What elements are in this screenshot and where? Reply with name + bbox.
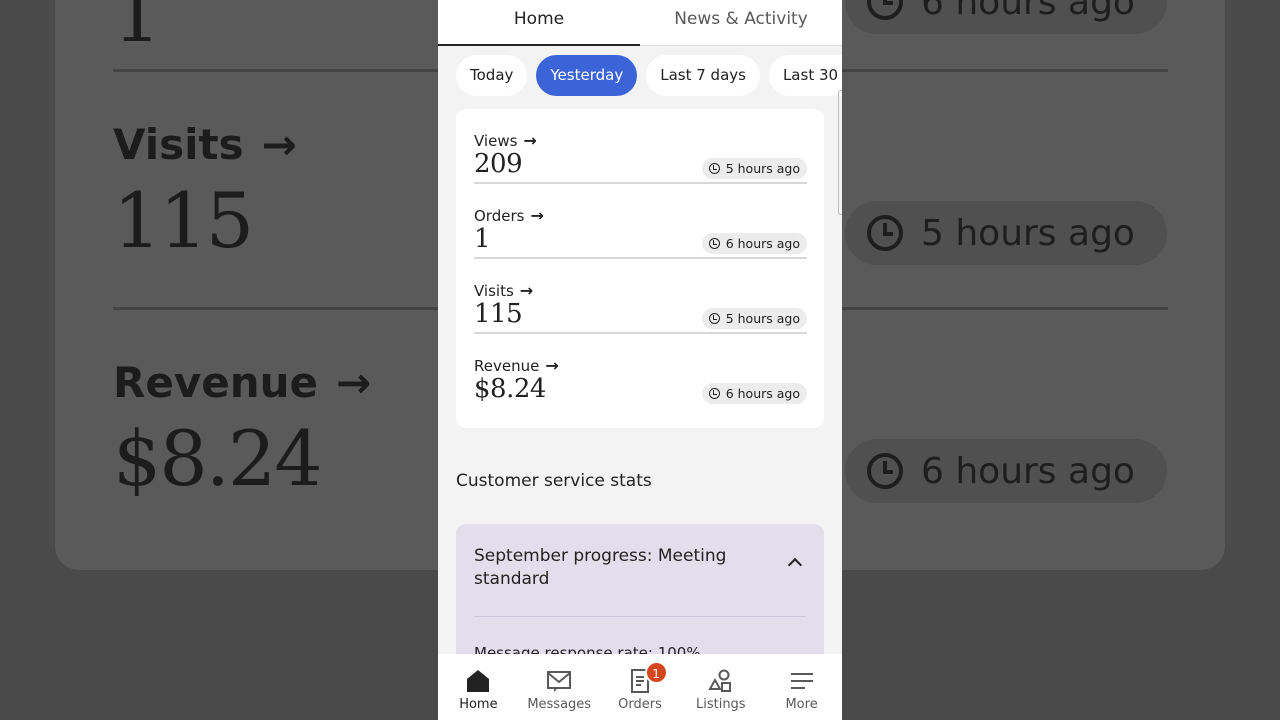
orders-badge: 1 — [644, 661, 668, 684]
arrow-right-icon: → — [530, 206, 544, 225]
bg-revenue-value: $8.24 — [113, 414, 323, 503]
clock-icon — [867, 215, 903, 251]
nav-home[interactable]: Home — [438, 654, 519, 720]
stat-value: $8.24 — [474, 374, 546, 404]
arrow-right-icon: → — [523, 131, 537, 150]
filter-today[interactable]: Today — [456, 55, 528, 96]
stat-value: 1 — [474, 224, 491, 254]
filter-last-7-days[interactable]: Last 7 days — [646, 55, 760, 96]
nav-more[interactable]: More — [761, 654, 842, 720]
tab-news-activity[interactable]: News & Activity — [640, 0, 842, 45]
clock-icon — [708, 313, 720, 324]
bg-top-badge: 6 hours ago — [845, 0, 1167, 34]
stat-views[interactable]: Views → 209 5 hours ago — [474, 109, 807, 184]
bg-visits-label: Visits → — [113, 120, 297, 169]
bg-top-value: 1 — [113, 0, 161, 59]
filter-last-30-days[interactable]: Last 30 da — [768, 55, 842, 96]
arrow-right-icon: → — [519, 281, 534, 300]
clock-icon — [708, 163, 720, 174]
filter-yesterday[interactable]: Yesterday — [536, 55, 638, 96]
nav-listings[interactable]: Listings — [680, 654, 761, 720]
arrow-right-icon: → — [545, 356, 559, 375]
stat-label: Views → — [474, 131, 537, 150]
stat-value: 209 — [474, 149, 523, 179]
updated-badge: 5 hours ago — [701, 158, 807, 179]
stat-label: Orders → — [474, 206, 544, 225]
clock-icon — [708, 238, 720, 249]
updated-badge: 6 hours ago — [701, 383, 807, 404]
stat-visits[interactable]: Visits → 115 5 hours ago — [474, 259, 807, 334]
progress-title: September progress: Meeting standard — [474, 546, 727, 589]
clock-icon — [867, 453, 903, 489]
bg-revenue-badge: 6 hours ago — [845, 439, 1167, 503]
nav-orders[interactable]: 1 Orders — [600, 654, 681, 720]
stat-value: 115 — [474, 299, 523, 329]
section-title: Customer service stats — [456, 471, 652, 491]
bg-visits-value: 115 — [113, 176, 254, 265]
arrow-right-icon: → — [261, 120, 297, 169]
bg-visits-badge: 5 hours ago — [845, 201, 1167, 265]
clock-icon — [867, 0, 903, 20]
shapes-icon — [708, 669, 731, 692]
divider — [474, 616, 806, 617]
stat-label: Visits → — [474, 281, 534, 300]
envelope-icon — [547, 671, 572, 692]
bg-revenue-label: Revenue → — [113, 358, 372, 407]
updated-badge: 6 hours ago — [701, 233, 807, 254]
tab-home[interactable]: Home — [438, 0, 640, 46]
stat-revenue[interactable]: Revenue → $8.24 6 hours ago — [474, 334, 807, 409]
menu-icon — [790, 673, 813, 689]
date-filter-chips: Today Yesterday Last 7 days Last 30 da — [456, 55, 842, 96]
arrow-right-icon: → — [335, 358, 372, 407]
updated-badge: 5 hours ago — [701, 308, 807, 329]
stat-orders[interactable]: Orders → 1 6 hours ago — [474, 184, 807, 259]
stats-card: Views → 209 5 hours ago Orders → 1 6 hours… — [456, 109, 824, 428]
phone-screen: Home News & Activity Today Yesterday Las… — [438, 0, 842, 720]
stat-label: Revenue → — [474, 356, 559, 375]
nav-messages[interactable]: Messages — [519, 654, 600, 720]
scroll-indicator — [838, 90, 842, 215]
top-tabs: Home News & Activity — [438, 0, 842, 46]
home-icon — [467, 670, 490, 692]
chevron-up-icon[interactable] — [787, 557, 803, 573]
clock-icon — [708, 388, 720, 399]
bottom-navigation: Home Messages 1 Orders Listings More — [438, 654, 842, 720]
